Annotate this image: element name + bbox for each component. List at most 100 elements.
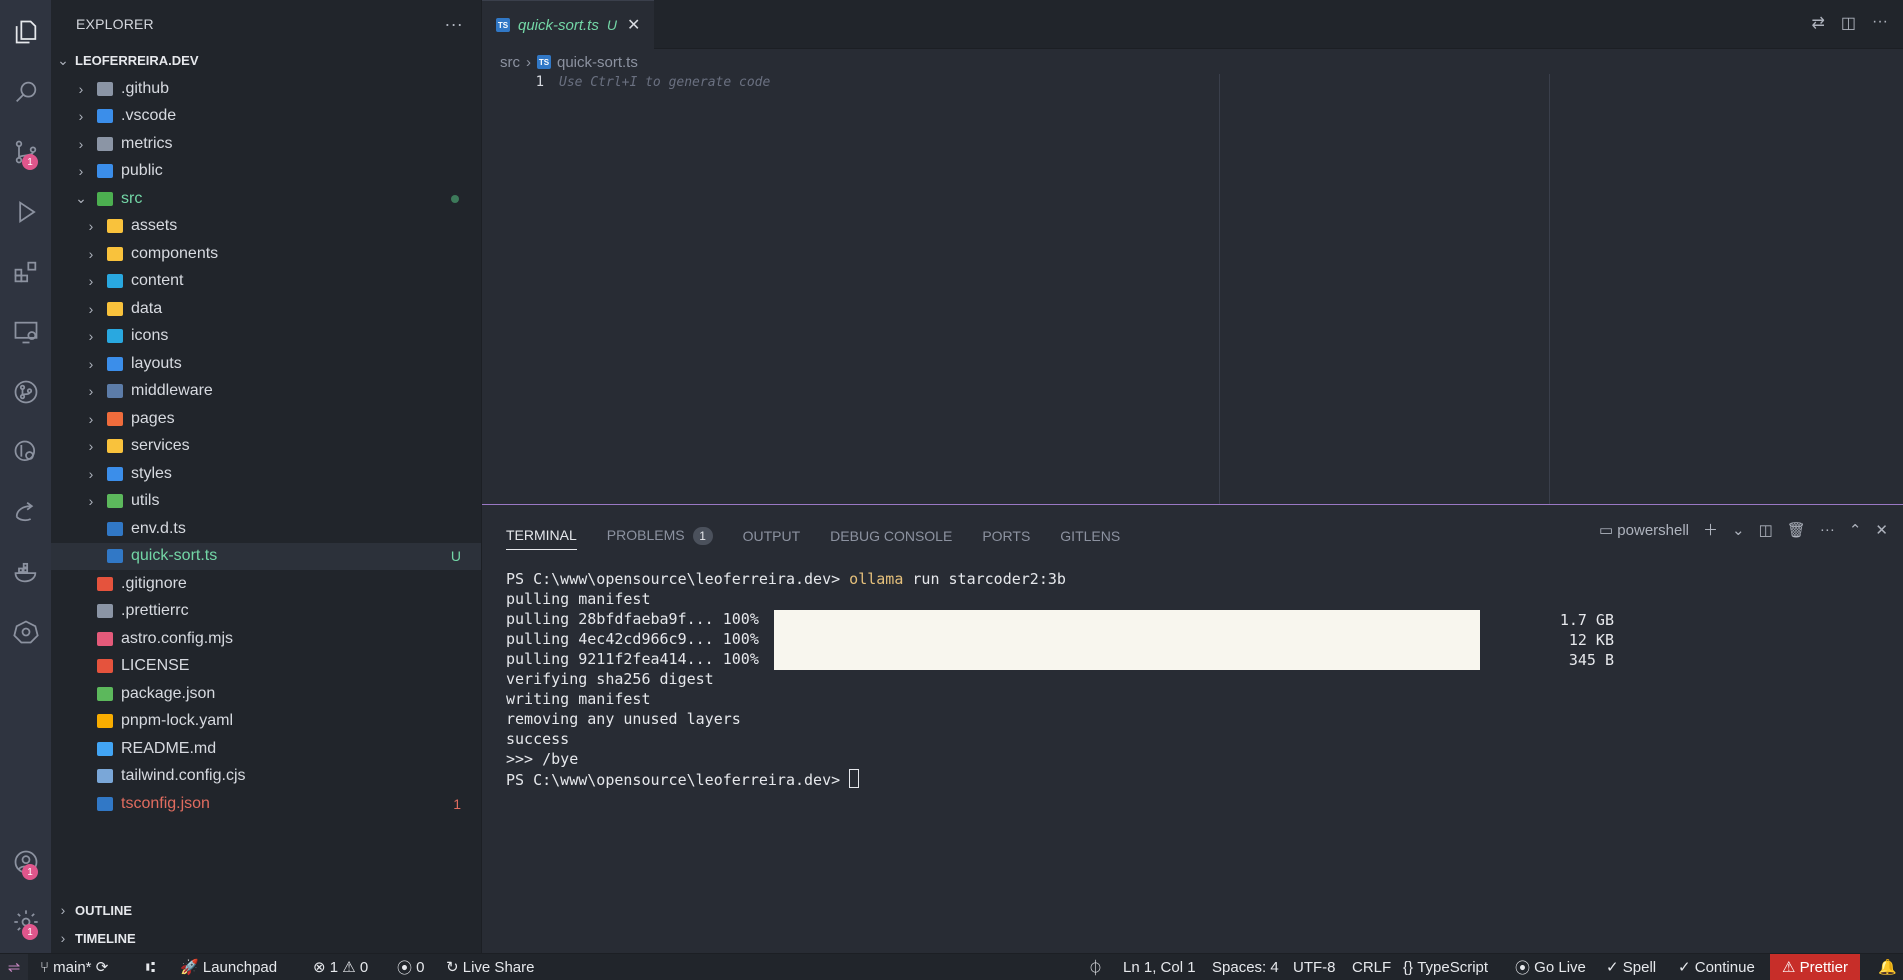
terminal-icon: ▭ xyxy=(1598,521,1614,539)
trash-icon[interactable]: 🗑 xyxy=(1787,521,1806,539)
tree-file[interactable]: tsconfig.json 1 xyxy=(51,790,481,817)
tree-file[interactable]: quick-sort.ts U xyxy=(51,542,481,570)
tree-folder[interactable]: › content xyxy=(51,268,481,295)
outline-section[interactable]: › OUTLINE xyxy=(51,897,132,923)
tree-folder[interactable]: › middleware xyxy=(51,378,481,405)
chevron-right-icon: › xyxy=(78,135,84,152)
go-live-button[interactable]: ⦿ Go Live xyxy=(1515,954,1586,980)
editor-actions: ⇄ ◫ ··· xyxy=(1811,13,1888,33)
terminal-selector[interactable]: ▭ powershell xyxy=(1599,521,1689,539)
commit-icon[interactable]: ⏀ xyxy=(1088,954,1103,980)
encoding[interactable]: UTF-8 xyxy=(1293,954,1336,980)
tab-problems[interactable]: PROBLEMS 1 xyxy=(607,526,713,545)
tree-file[interactable]: pnpm-lock.yaml xyxy=(51,708,481,735)
terminal-prompt: PS C:\www\opensource\leoferreira.dev> xyxy=(506,570,841,588)
git-graph-status-icon[interactable]: ⑆ xyxy=(146,954,155,980)
spell-button[interactable]: ✓ Spell xyxy=(1606,954,1656,980)
git-graph-icon[interactable] xyxy=(0,368,51,416)
tree-folder[interactable]: › metrics xyxy=(51,130,481,157)
compare-changes-icon[interactable]: ⇄ xyxy=(1811,13,1824,33)
close-panel-icon[interactable]: ✕ xyxy=(1875,521,1888,539)
tab-quick-sort[interactable]: TS quick-sort.ts U ✕ xyxy=(482,0,654,49)
tree-folder[interactable]: ⌄ src xyxy=(51,185,481,212)
error-icon: ⊗ xyxy=(313,959,330,976)
more-actions-icon[interactable]: ··· xyxy=(1872,13,1888,33)
tree-item-label: middleware xyxy=(131,382,213,399)
tree-item-label: styles xyxy=(131,464,172,482)
tree-file[interactable]: env.d.ts xyxy=(51,515,481,542)
tree-folder[interactable]: › layouts xyxy=(51,350,481,377)
kubernetes-icon[interactable] xyxy=(0,608,51,656)
live-share-button[interactable]: ↻ Live Share xyxy=(446,954,534,980)
tab-terminal[interactable]: TERMINAL xyxy=(506,527,577,550)
more-actions-icon[interactable]: ··· xyxy=(1820,521,1835,538)
indentation[interactable]: Spaces: 4 xyxy=(1212,954,1279,980)
tree-folder[interactable]: › public xyxy=(51,158,481,185)
tree-file[interactable]: astro.config.mjs xyxy=(51,625,481,652)
close-icon[interactable]: ✕ xyxy=(627,15,640,35)
code-editor[interactable]: 1 Use Ctrl+I to generate code xyxy=(482,74,1903,504)
tab-debug-console[interactable]: DEBUG CONSOLE xyxy=(830,528,952,544)
chevron-right-icon: › xyxy=(88,410,94,427)
remote-indicator-icon[interactable]: ⇌ xyxy=(0,954,28,980)
breadcrumb-src[interactable]: src xyxy=(500,54,520,71)
cursor-position[interactable]: Ln 1, Col 1 xyxy=(1123,954,1196,980)
tab-output[interactable]: OUTPUT xyxy=(743,528,801,544)
tree-folder[interactable]: › components xyxy=(51,240,481,267)
timeline-section[interactable]: › TIMELINE xyxy=(51,925,136,951)
notifications-bell-icon[interactable]: 🔔 xyxy=(1878,954,1897,980)
branch-indicator[interactable]: ⑂ main* ⟳ xyxy=(40,954,108,980)
tree-folder[interactable]: › utils xyxy=(51,488,481,515)
tree-folder[interactable]: › icons xyxy=(51,323,481,350)
tab-ports[interactable]: PORTS xyxy=(982,528,1030,544)
tree-folder[interactable]: › pages xyxy=(51,405,481,432)
tree-file[interactable]: README.md xyxy=(51,735,481,762)
tree-folder[interactable]: › styles xyxy=(51,460,481,487)
tree-folder[interactable]: › services xyxy=(51,433,481,460)
file-icon xyxy=(97,686,113,701)
language-mode[interactable]: {} TypeScript xyxy=(1403,954,1488,980)
terminal-output[interactable]: PS C:\www\opensource\leoferreira.dev> ol… xyxy=(506,569,1066,790)
tree-folder[interactable]: › data xyxy=(51,295,481,322)
docker-icon[interactable] xyxy=(0,548,51,596)
split-editor-icon[interactable]: ◫ xyxy=(1841,13,1856,33)
tree-file[interactable]: package.json xyxy=(51,680,481,707)
search-icon[interactable] xyxy=(0,68,51,116)
breadcrumb-file[interactable]: quick-sort.ts xyxy=(557,54,638,71)
launchpad-button[interactable]: 🚀 Launchpad xyxy=(180,954,277,980)
end-of-line[interactable]: CRLF xyxy=(1352,954,1391,980)
continue-button[interactable]: ✓ Continue xyxy=(1678,954,1755,980)
prettier-button[interactable]: ⚠ Prettier xyxy=(1770,954,1860,980)
tree-file[interactable]: LICENSE xyxy=(51,653,481,680)
remote-explorer-icon[interactable] xyxy=(0,308,51,356)
chevron-right-icon: › xyxy=(88,273,94,289)
manage-gear-icon[interactable]: 1 xyxy=(0,898,51,946)
live-share-icon[interactable] xyxy=(0,488,51,536)
split-terminal-icon[interactable]: ◫ xyxy=(1759,521,1773,539)
more-actions-icon[interactable]: ··· xyxy=(444,14,463,35)
tree-folder[interactable]: › .vscode xyxy=(51,103,481,130)
tree-file[interactable]: tailwind.config.cjs xyxy=(51,763,481,790)
tree-file[interactable]: .prettierrc xyxy=(51,598,481,625)
chevron-right-icon: › xyxy=(88,355,94,372)
tree-file[interactable]: .gitignore xyxy=(51,570,481,597)
extensions-icon[interactable] xyxy=(0,248,51,296)
tree-folder[interactable]: › .github xyxy=(51,75,481,102)
gitlens-icon[interactable] xyxy=(0,428,51,476)
workspace-title: LEOFERREIRA.DEV xyxy=(75,52,199,68)
accounts-icon[interactable]: 1 xyxy=(0,838,51,886)
chevron-right-icon: › xyxy=(88,383,94,399)
problems-count-badge: 1 xyxy=(692,526,713,545)
workspace-section[interactable]: ⌄ LEOFERREIRA.DEV xyxy=(51,47,199,73)
run-debug-icon[interactable] xyxy=(0,188,51,236)
ports-indicator[interactable]: ⦿ 0 xyxy=(397,954,425,980)
explorer-icon[interactable] xyxy=(0,8,51,56)
tab-gitlens[interactable]: GITLENS xyxy=(1060,528,1120,544)
source-control-icon[interactable]: 1 xyxy=(0,128,51,176)
chevron-down-icon[interactable]: ⌄ xyxy=(1732,521,1745,539)
tree-folder[interactable]: › assets xyxy=(51,213,481,240)
maximize-panel-icon[interactable]: ⌃ xyxy=(1849,521,1862,539)
problems-indicator[interactable]: ⊗ 1 ⚠ 0 xyxy=(313,954,368,980)
tree-item-label: tailwind.config.cjs xyxy=(121,767,246,784)
new-terminal-icon[interactable]: ＋ xyxy=(1703,519,1718,540)
